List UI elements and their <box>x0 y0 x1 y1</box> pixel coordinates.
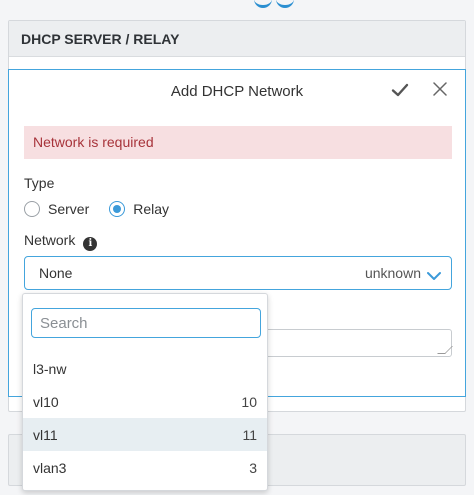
option-count: 3 <box>249 459 257 476</box>
network-dropdown-menu: l3-nw vl10 10 vl11 11 vlan3 3 <box>22 293 268 491</box>
radio-server[interactable] <box>24 201 40 217</box>
option-label: vl10 <box>33 393 59 410</box>
radio-relay[interactable] <box>109 201 126 217</box>
description-textarea[interactable] <box>264 329 452 357</box>
info-icon[interactable]: i <box>83 237 98 251</box>
network-label: Network <box>24 232 76 248</box>
option-label: vlan3 <box>33 459 67 476</box>
option-count: 11 <box>242 426 257 443</box>
network-select-value: None <box>39 265 73 281</box>
type-label: Type <box>24 175 55 191</box>
radio-relay-label[interactable]: Relay <box>133 201 169 217</box>
type-radio-group: Server Relay <box>24 201 189 217</box>
close-icon[interactable] <box>433 82 447 96</box>
network-select[interactable]: None unknown <box>24 256 452 290</box>
dropdown-option[interactable]: vlan3 3 <box>23 451 267 484</box>
radio-server-label[interactable]: Server <box>48 201 89 217</box>
confirm-check-icon[interactable] <box>391 81 409 99</box>
option-label: vl11 <box>33 426 58 443</box>
page-heading-fragment <box>250 0 294 15</box>
dropdown-option-highlighted[interactable]: vl11 11 <box>23 418 267 451</box>
validation-alert: Network is required <box>24 126 452 159</box>
option-label: l3-nw <box>33 360 67 377</box>
option-count: 10 <box>241 393 257 410</box>
dialog-header: Add DHCP Network <box>9 70 465 112</box>
dropdown-option[interactable]: vl10 10 <box>23 385 267 418</box>
network-select-extra: unknown <box>364 265 421 281</box>
dropdown-option[interactable]: l3-nw <box>23 352 267 385</box>
panel-title: DHCP SERVER / RELAY <box>9 21 465 57</box>
dropdown-search-input[interactable] <box>31 308 261 338</box>
dialog-title: Add DHCP Network <box>170 82 304 100</box>
network-label-row: Network i <box>24 232 98 251</box>
chevron-down-icon[interactable] <box>427 268 441 280</box>
